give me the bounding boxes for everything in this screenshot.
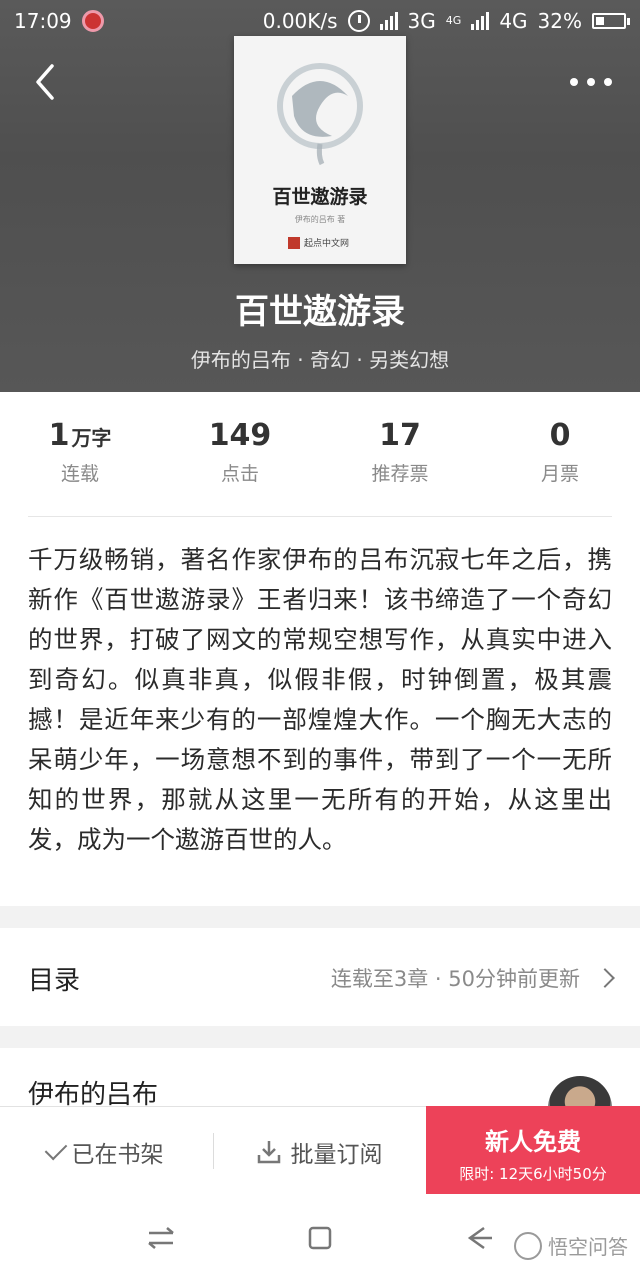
stat-label: 连载	[60, 463, 99, 485]
ink-dragon-illustration	[277, 63, 363, 166]
stat-words: 1 万字 连载	[0, 392, 160, 516]
wukong-logo-icon	[514, 1231, 542, 1260]
alarm-icon	[347, 10, 370, 32]
signal-icon	[379, 12, 398, 30]
cta-title: 新人免费	[485, 1128, 581, 1156]
section-separator	[0, 1026, 640, 1048]
battery-icon	[592, 13, 630, 29]
batch-subscribe-label: 批量订阅	[290, 1141, 383, 1168]
free-read-button[interactable]: 新人免费 限时: 12天6小时50分	[426, 1106, 640, 1194]
chevron-left-icon	[36, 64, 54, 100]
book-meta[interactable]: 伊布的吕布 · 奇幻 · 另类幻想	[0, 344, 640, 373]
watermark-text: 悟空问答	[548, 1235, 628, 1259]
back-button[interactable]	[28, 62, 64, 102]
table-of-contents-row[interactable]: 目录 连载至3章 · 50分钟前更新	[0, 930, 640, 1026]
stat-clicks: 149 点击	[160, 392, 320, 516]
cover-title: 百世遨游录	[272, 186, 368, 208]
stat-label: 月票	[540, 463, 579, 485]
toc-info: 连载至3章 · 50分钟前更新	[330, 963, 615, 993]
check-icon	[44, 1137, 67, 1160]
section-separator	[0, 906, 640, 928]
app-notification-icon	[81, 10, 104, 32]
home-icon[interactable]	[307, 1225, 333, 1251]
on-shelf-label: 已在书架	[71, 1141, 164, 1168]
cover-author: 伊布的吕布 著	[294, 215, 346, 224]
toc-update-info: 连载至3章 · 50分钟前更新	[330, 967, 580, 991]
status-indicators: 0.00K/s 3G 4G 4G 32%	[262, 9, 630, 33]
stat-label: 推荐票	[371, 463, 429, 485]
batch-subscribe-button[interactable]: 批量订阅	[213, 1107, 426, 1196]
stat-value: 149	[208, 418, 272, 453]
stat-value: 0	[549, 418, 571, 453]
battery-percent: 32%	[537, 9, 582, 33]
network-type-2: 4G	[499, 9, 528, 33]
book-header: 17:09 0.00K/s 3G 4G 4G 32% 百世遨游录 伊布的吕布 著	[0, 0, 640, 392]
book-title: 百世遨游录	[235, 292, 405, 332]
stat-monthly: 0 月票	[480, 392, 640, 516]
stat-value: 1	[48, 418, 70, 453]
stat-unit: 万字	[71, 426, 112, 450]
publisher-seal-icon	[288, 236, 300, 249]
network-speed: 0.00K/s	[262, 9, 338, 33]
publisher-name: 起点中文网	[304, 239, 350, 249]
book-cover[interactable]: 百世遨游录 伊布的吕布 著 起点中文网	[234, 36, 406, 264]
book-stats: 1 万字 连载 149 点击 17 推荐票 0 月票	[0, 392, 640, 516]
on-shelf-button[interactable]: 已在书架	[0, 1107, 213, 1196]
network-type-1: 3G	[407, 9, 436, 33]
more-button[interactable]	[570, 70, 612, 94]
author-section[interactable]: 伊布的吕布	[0, 1048, 640, 1140]
toc-title: 目录	[28, 965, 81, 996]
status-time: 17:09	[14, 9, 72, 33]
more-dots-icon	[570, 78, 578, 86]
signal-icon-2	[471, 12, 490, 30]
back-nav-icon[interactable]	[464, 1225, 494, 1251]
stat-label: 点击	[220, 463, 259, 485]
cover-publisher: 起点中文网	[288, 236, 349, 249]
book-description[interactable]: 千万级畅销，著名作家伊布的吕布沉寂七年之后，携新作《百世遨游录》王者归来！该书缔…	[28, 540, 612, 860]
stat-recommend: 17 推荐票	[320, 392, 480, 516]
chevron-right-icon	[595, 968, 615, 988]
wukong-watermark: 悟空问答	[514, 1231, 628, 1260]
network-type-small: 4G	[445, 14, 462, 27]
cta-countdown: 限时: 12天6小时50分	[459, 1165, 607, 1183]
system-nav-bar: 悟空问答	[0, 1196, 640, 1280]
switch-apps-icon[interactable]	[146, 1226, 176, 1250]
stat-value: 17	[379, 418, 421, 453]
stats-divider	[28, 516, 612, 517]
download-icon	[257, 1140, 280, 1163]
